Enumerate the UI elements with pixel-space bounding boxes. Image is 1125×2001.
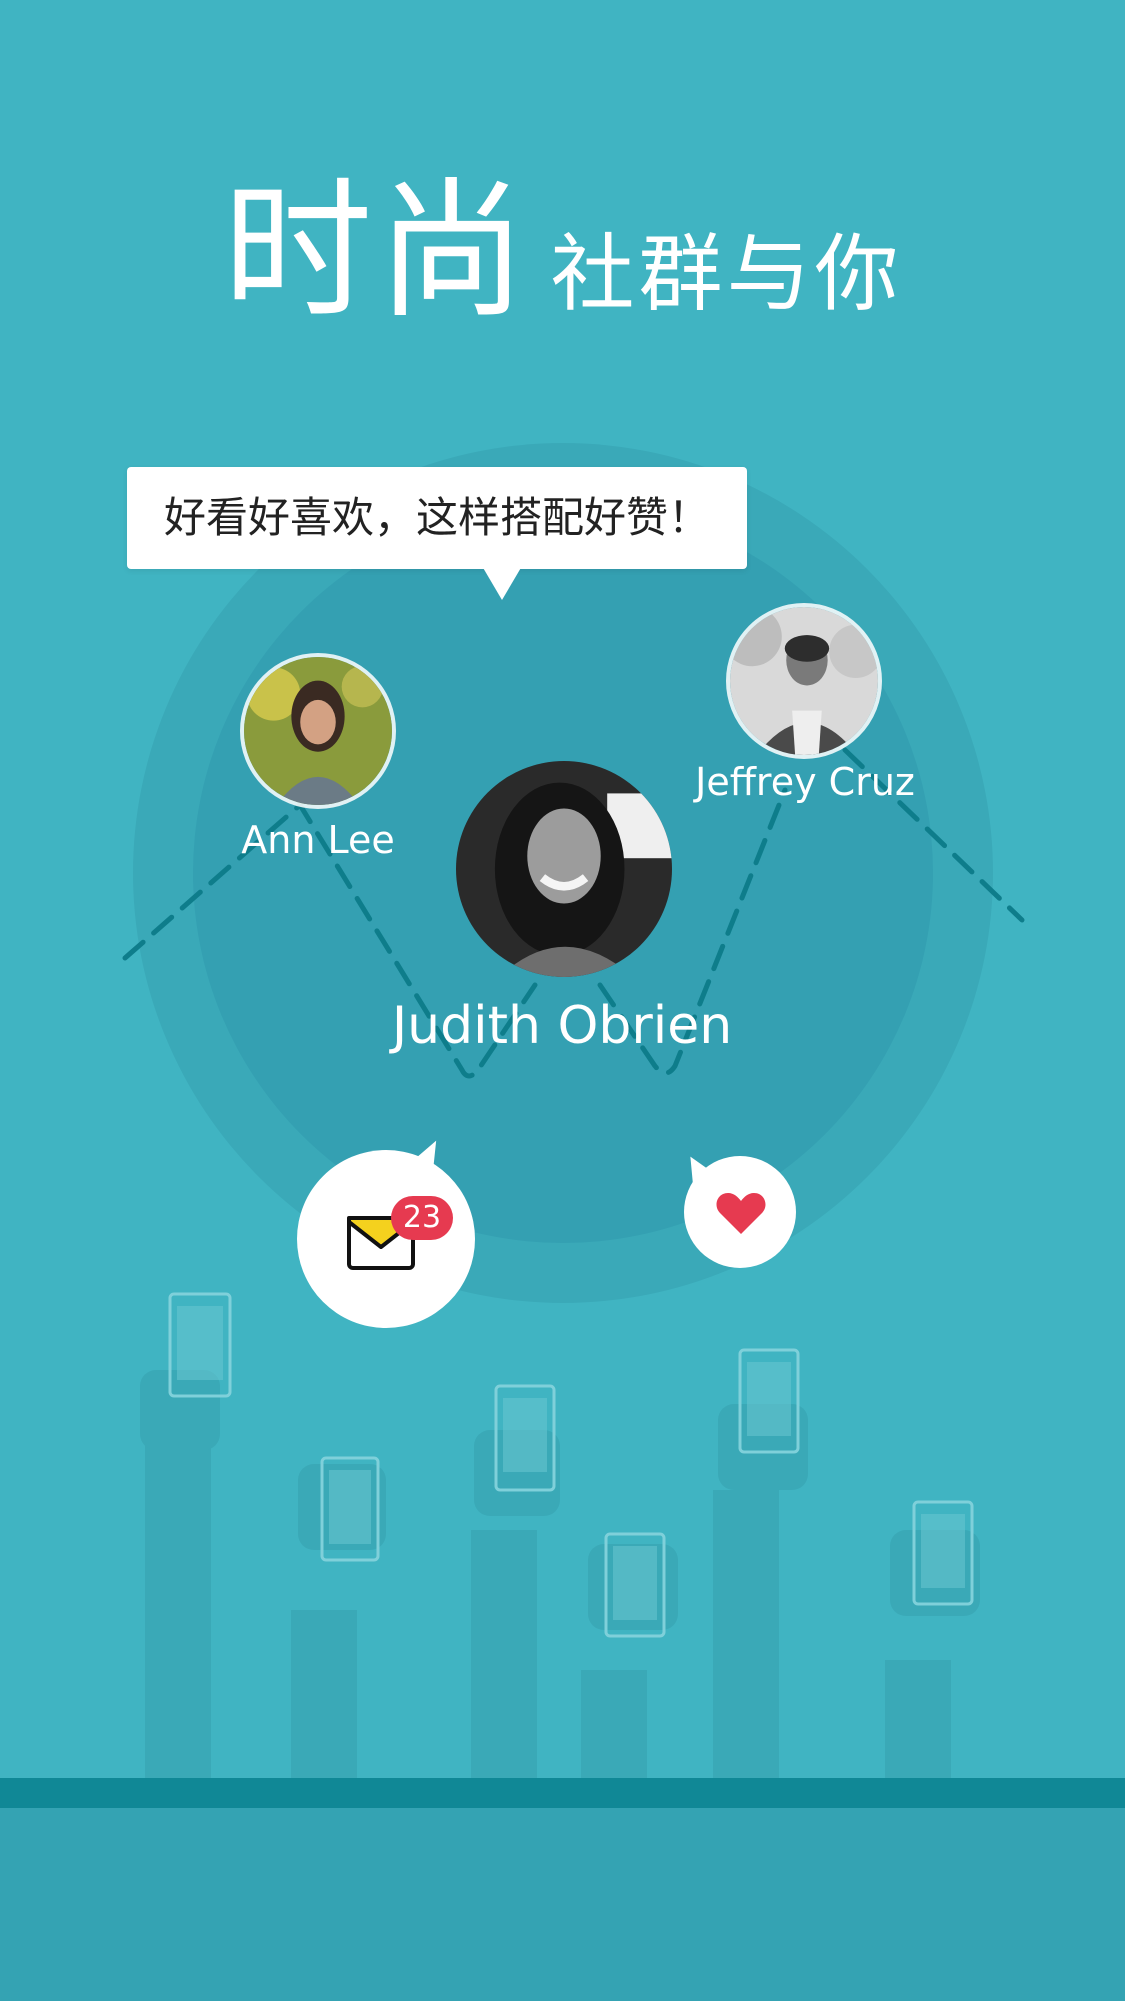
name-jeffrey-cruz: Jeffrey Cruz bbox=[695, 760, 915, 804]
avatar-jeffrey-cruz[interactable] bbox=[726, 603, 882, 759]
avatar-photo bbox=[730, 607, 878, 755]
name-judith-obrien: Judith Obrien bbox=[391, 996, 733, 1056]
avatar-ann-lee[interactable] bbox=[240, 653, 396, 809]
message-count-badge: 23 bbox=[391, 1196, 453, 1240]
headline-sub: 社群与你 bbox=[550, 225, 903, 323]
name-ann-lee: Ann Lee bbox=[241, 818, 395, 862]
comment-text: 好看好喜欢，这样搭配好赞！ bbox=[163, 493, 710, 542]
headline: 时尚 社群与你 bbox=[0, 130, 1125, 347]
avatar-photo bbox=[244, 657, 392, 805]
floor-line bbox=[0, 1778, 1125, 1808]
avatar-judith-obrien[interactable] bbox=[456, 761, 672, 977]
heart-icon bbox=[715, 1190, 767, 1236]
avatar-photo bbox=[456, 761, 672, 977]
floor bbox=[0, 1808, 1125, 2001]
comment-bubble-tail bbox=[482, 566, 522, 600]
headline-main: 时尚 bbox=[222, 165, 531, 339]
comment-bubble: 好看好喜欢，这样搭配好赞！ bbox=[127, 467, 747, 569]
